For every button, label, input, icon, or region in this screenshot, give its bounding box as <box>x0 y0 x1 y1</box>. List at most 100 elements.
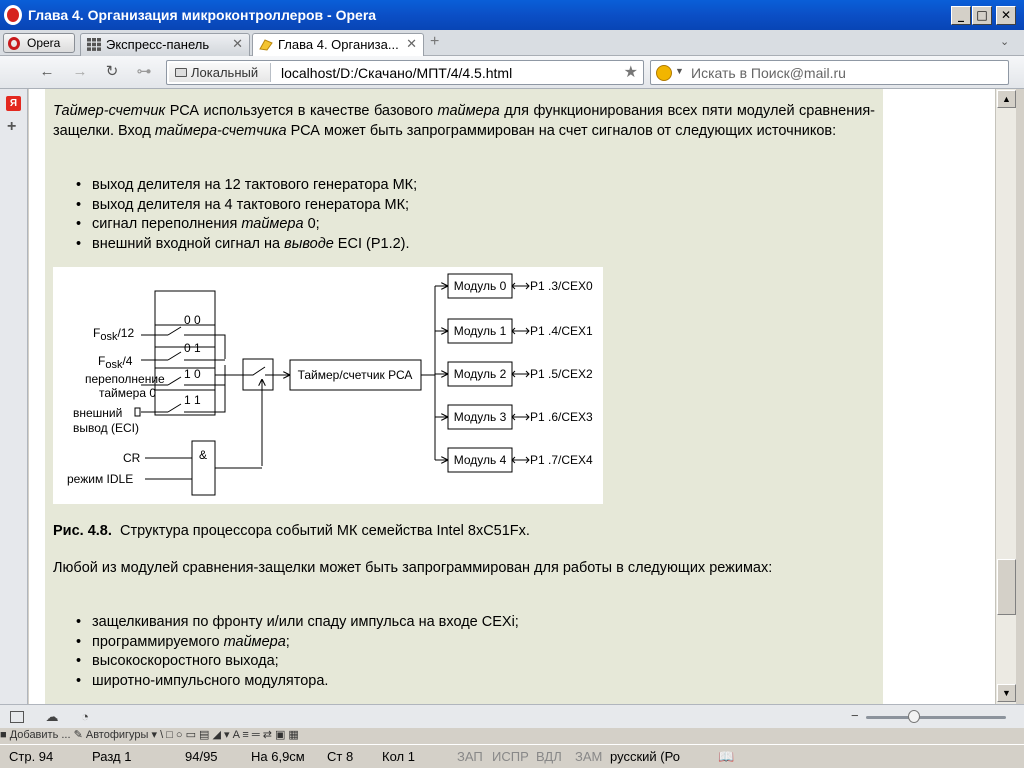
search-placeholder: Искать в Поиск@mail.ru <box>691 65 846 81</box>
tab-list-chevron-icon[interactable]: ⌄ <box>1000 35 1009 48</box>
zoom-slider[interactable] <box>866 716 1006 719</box>
bidirectional-arrow <box>511 327 530 335</box>
list-item: защелкивания по фронту и/или спаду импул… <box>72 613 519 633</box>
zoom-slider-knob[interactable] <box>908 710 920 723</box>
tab-close-icon[interactable]: ✕ <box>232 36 243 52</box>
new-tab-button[interactable]: + <box>430 33 439 51</box>
minimize-button[interactable]: _ <box>951 6 971 25</box>
bidirectional-arrow <box>511 456 530 464</box>
scroll-thumb[interactable] <box>997 559 1016 615</box>
status-column: Кол 1 <box>382 749 415 764</box>
opera-logo-icon <box>8 37 20 50</box>
tab-close-icon[interactable]: ✕ <box>406 36 417 52</box>
speed-dial-grid-icon <box>87 38 101 51</box>
panel-toggle-icon[interactable] <box>10 711 24 723</box>
vertical-scrollbar[interactable]: ▲ ▼ <box>995 89 1016 704</box>
bidirectional-arrow <box>511 413 530 421</box>
pin-label: P1 .6/CEX3 <box>530 410 593 424</box>
key-icon[interactable]: ⊶ <box>135 63 153 81</box>
list-item: программируемого таймера; <box>72 633 519 653</box>
yandex-icon[interactable]: Я <box>6 96 21 111</box>
figure-caption: Рис. 4.8. Структура процессора событий М… <box>53 523 530 539</box>
module-label: Модуль 2 <box>454 367 507 381</box>
and-gate-label: & <box>199 448 207 462</box>
star-icon[interactable]: ★ <box>624 62 638 82</box>
pin-label: P1 .3/CEX0 <box>530 279 593 293</box>
back-button[interactable]: ← <box>38 63 56 81</box>
list-item: сигнал переполнения таймера 0; <box>72 215 417 235</box>
tab-active-page[interactable]: Глава 4. Организа... ✕ <box>252 33 424 57</box>
opera-menu-label: Opera <box>27 36 61 50</box>
navigation-toolbar: ← → ↻ ⊶ Локальный localhost/D:/Скачано/М… <box>0 56 1024 89</box>
speed-dial-icon[interactable]: ◔ <box>77 709 93 724</box>
close-button[interactable]: ✕ <box>996 6 1016 25</box>
bidirectional-arrow <box>511 370 530 378</box>
reload-button[interactable]: ↻ <box>103 63 121 81</box>
timer-counter-label: Таймер/счетчик РСА <box>298 368 413 382</box>
mux-code: 1 0 <box>184 367 201 381</box>
pin-label: P1 .4/CEX1 <box>530 324 593 338</box>
site-info-badge[interactable]: Локальный <box>169 63 271 82</box>
status-page: Стр. 94 <box>9 749 54 764</box>
word-status-bar: Стр. 94 Разд 1 94/95 На 6,9см Ст 8 Кол 1… <box>0 744 1024 768</box>
modes-list: защелкивания по фронту и/или спаду импул… <box>72 613 519 691</box>
caption-label: Рис. 4.8. <box>53 523 112 539</box>
list-item: выход делителя на 4 тактового генератора… <box>72 196 417 216</box>
pca-diagram-svg: Fosk/12 Fosk/4 переполнение таймера 0 вн… <box>67 273 593 496</box>
status-position: На 6,9см <box>251 749 305 764</box>
address-field[interactable]: Локальный localhost/D:/Скачано/МПТ/4/4.5… <box>166 60 644 85</box>
switch-symbol <box>243 366 273 376</box>
spelling-status-icon[interactable]: 📖 <box>718 749 734 765</box>
scroll-up-button[interactable]: ▲ <box>997 90 1016 108</box>
word-drawing-toolbar: ■ Добавить ... ✎ Автофигуры ▾ \ □ ○ ▭ ▤ … <box>0 728 800 742</box>
module-label: Модуль 3 <box>454 410 507 424</box>
search-engine-icon[interactable] <box>656 65 672 81</box>
pin-label: P1 .5/CEX2 <box>530 367 593 381</box>
side-panel: Я + <box>0 89 28 704</box>
modules-group: Модуль 0 P1 .3/CEX0 Модуль 1 P1 .4/CEX1 Моду… <box>435 273 593 473</box>
intro-paragraph: Таймер-счетчик РСА используется в качест… <box>53 103 875 139</box>
sources-list: выход делителя на 12 тактового генератор… <box>72 176 417 254</box>
tab-label: Глава 4. Организа... <box>278 37 399 52</box>
zoom-out-icon[interactable]: − <box>851 708 859 723</box>
modes-paragraph: Любой из модулей сравнения-защелки может… <box>53 560 773 576</box>
add-panel-button[interactable]: + <box>7 118 16 136</box>
search-field[interactable]: ▼ Искать в Поиск@mail.ru <box>650 60 1009 85</box>
status-rec[interactable]: ЗАП <box>457 749 483 764</box>
pin-label: P1 .7/CEX4 <box>530 453 593 467</box>
search-engine-dropdown-icon[interactable]: ▼ <box>675 66 684 76</box>
window-title: Глава 4. Организация микроконтроллеров -… <box>28 7 377 23</box>
module-label: Модуль 4 <box>454 453 507 467</box>
forward-button[interactable]: → <box>71 63 89 81</box>
pca-diagram: Fosk/12 Fosk/4 переполнение таймера 0 вн… <box>53 267 603 504</box>
mux-code: 0 1 <box>184 341 201 355</box>
page-viewport: Таймер-счетчик РСА используется в качест… <box>29 89 995 704</box>
bidirectional-arrow <box>511 282 530 290</box>
caption-text: Структура процессора событий МК семейств… <box>119 523 530 539</box>
opera-menu-button[interactable]: Opera <box>3 33 75 53</box>
maximize-button[interactable]: □ <box>972 6 992 25</box>
input-overflow-label: переполнение <box>85 372 165 386</box>
status-line: Ст 8 <box>327 749 354 764</box>
page-favicon-icon <box>259 39 273 51</box>
status-overwrite[interactable]: ЗАМ <box>575 749 602 764</box>
tab-speed-dial[interactable]: Экспресс-панель ✕ <box>80 33 250 56</box>
input-external-label-2: вывод (ECI) <box>73 421 139 435</box>
scroll-down-button[interactable]: ▼ <box>997 684 1016 702</box>
status-section: Разд 1 <box>92 749 132 764</box>
list-item: внешний входной сигнал на выводе ECI (P1… <box>72 235 417 255</box>
underlying-word-window: ■ Добавить ... ✎ Автофигуры ▾ \ □ ○ ▭ ▤ … <box>0 728 1024 768</box>
local-computer-icon <box>175 68 187 77</box>
mux-code: 1 1 <box>184 393 201 407</box>
opera-logo-icon <box>4 5 22 25</box>
status-extend[interactable]: ВДЛ <box>536 749 562 764</box>
url-text[interactable]: localhost/D:/Скачано/МПТ/4/4.5.html <box>281 65 512 81</box>
module-label: Модуль 1 <box>454 324 507 338</box>
list-item: выход делителя на 12 тактового генератор… <box>72 176 417 196</box>
status-track[interactable]: ИСПР <box>492 749 529 764</box>
cloud-icon[interactable]: ☁ <box>44 709 60 724</box>
status-pages: 94/95 <box>185 749 218 764</box>
tab-label: Экспресс-панель <box>106 37 210 52</box>
input-fosk12-label: Fosk/12 <box>93 326 134 343</box>
status-language[interactable]: русский (Ро <box>610 749 680 764</box>
